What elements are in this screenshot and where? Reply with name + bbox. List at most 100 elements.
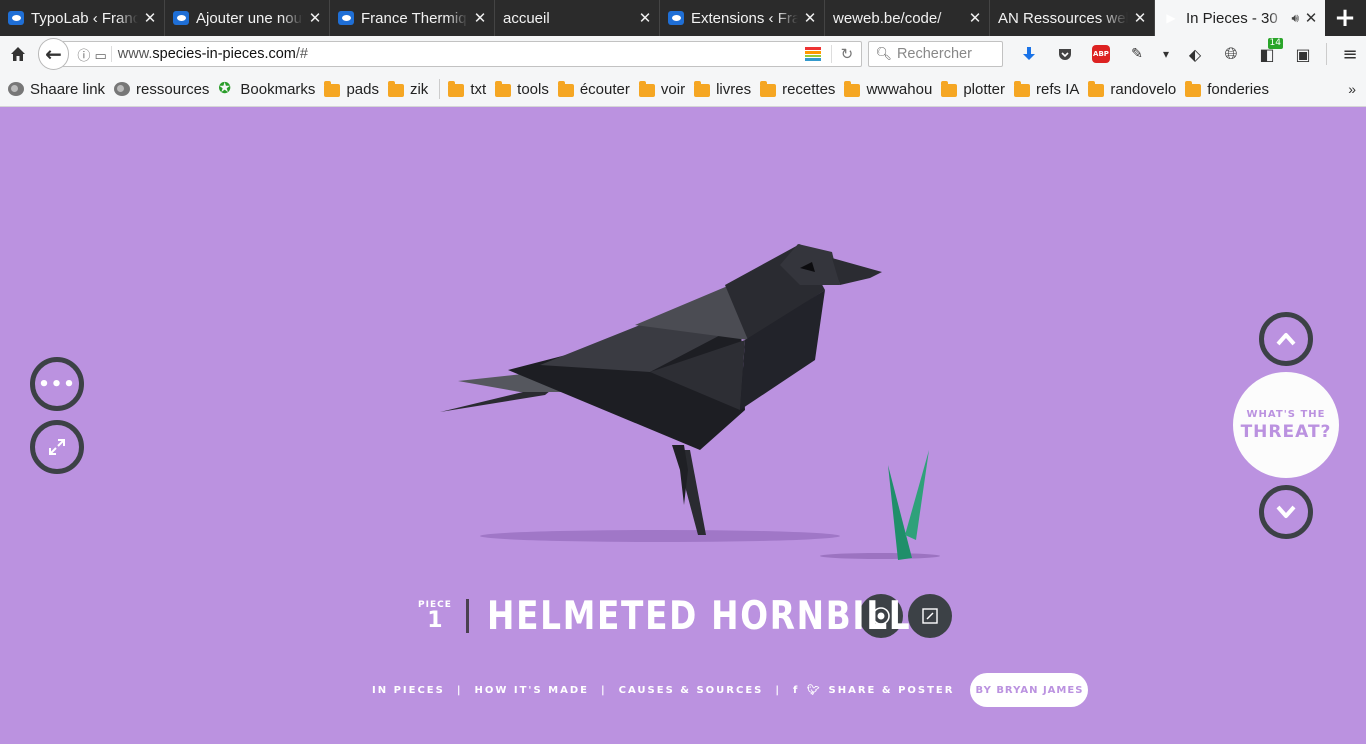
bookmarks-overflow-icon[interactable]: » — [1348, 81, 1356, 97]
folder-icon — [1185, 80, 1202, 97]
close-tab-icon[interactable]: ✕ — [472, 9, 488, 27]
browser-tab[interactable]: TypoLab ‹ France ✕ — [0, 0, 165, 36]
hamburger-menu-icon[interactable]: ≡ — [1334, 40, 1366, 68]
screenshot-icon[interactable]: ✎ — [1121, 40, 1153, 68]
browser-tab[interactable]: ▶ In Pieces - 30 🔊︎ ✕ — [1155, 0, 1325, 36]
bookmarks-toolbar: Shaare link ressources ✪ Bookmarks pads zik tx… — [0, 72, 1366, 107]
search-input[interactable]: 🔍︎ Rechercher — [868, 41, 1003, 67]
browser-tab[interactable]: France Thermique✕ — [330, 0, 495, 36]
translate-globe-icon[interactable]: 🌐︎ — [1215, 40, 1247, 68]
bookmark-item[interactable]: tools — [495, 80, 549, 98]
page-content: ••• WHAT'S THE THREAT? PIECE 1 HELMETED … — [0, 107, 1366, 744]
grass-shadow — [820, 553, 940, 559]
new-tab-icon[interactable]: + — [1325, 0, 1365, 36]
edit-square-icon — [922, 608, 938, 624]
bookmark-item[interactable]: recettes — [760, 80, 836, 98]
bird-shadow — [480, 530, 840, 542]
play-icon: ▶ — [1166, 11, 1176, 25]
in-pieces-link[interactable]: IN PIECES — [372, 685, 445, 696]
facebook-twitter-icon[interactable]: f 🐦︎ — [793, 685, 823, 696]
folder-icon — [1088, 80, 1105, 97]
bookmark-item[interactable]: ressources — [114, 81, 209, 98]
tab-title: AN Ressources web — [998, 9, 1128, 27]
tab-strip: TypoLab ‹ France✕Ajouter une nouvelle✕Fr… — [0, 0, 1366, 36]
site-info-icon[interactable]: ⓘ ▭ — [77, 45, 106, 64]
folder-icon — [448, 80, 465, 97]
bookmark-label: ressources — [136, 80, 210, 98]
author-byline-button[interactable]: BY BRYAN JAMES — [970, 673, 1089, 707]
causes-sources-link[interactable]: CAUSES & SOURCES — [619, 685, 764, 696]
close-tab-icon[interactable]: ✕ — [1303, 9, 1319, 27]
tab-title: accueil — [503, 9, 550, 27]
color-palette-icon[interactable] — [805, 47, 822, 61]
browser-tab[interactable]: AN Ressources web ✕ — [990, 0, 1155, 36]
back-arrow-icon: ← — [45, 42, 62, 66]
sidebar-icon[interactable]: ▣ — [1287, 40, 1319, 68]
footer-divider: | — [775, 684, 782, 696]
folder-icon — [1014, 80, 1031, 97]
adblock-icon[interactable]: ABP — [1085, 40, 1117, 68]
bookmark-item[interactable]: pads — [324, 80, 379, 98]
close-tab-icon[interactable]: ✕ — [802, 9, 818, 27]
share-icon[interactable]: ⬖ — [1179, 40, 1211, 68]
browser-tab[interactable]: accueil ✕ — [495, 0, 660, 36]
toggle-outline-button[interactable] — [907, 594, 952, 638]
bookmark-item[interactable]: livres — [694, 80, 751, 98]
bookmark-item[interactable]: refs IA — [1014, 80, 1080, 98]
reload-icon[interactable]: ↻ — [831, 45, 861, 63]
bookmark-label: tools — [517, 80, 549, 98]
speaker-icon[interactable]: 🔊︎ — [1291, 11, 1299, 26]
bookmark-item[interactable]: plotter — [941, 80, 1005, 98]
bookmark-item[interactable]: écouter — [557, 80, 630, 98]
bookmark-label: voir — [660, 80, 686, 98]
footer-nav: IN PIECES | HOW IT'S MADE | CAUSES & SOU… — [372, 673, 1089, 707]
bookmark-item[interactable]: voir — [638, 80, 686, 98]
bookmark-label: Bookmarks — [240, 80, 316, 98]
navigation-toolbar: ← ⓘ ▭ www.species-in-pieces.com/# ↻ 🔍︎ R… — [0, 36, 1366, 72]
downloads-icon[interactable] — [1013, 40, 1045, 68]
bookmark-label: pads — [346, 80, 379, 98]
close-tab-icon[interactable]: ✕ — [967, 9, 983, 27]
url-bar[interactable]: ⓘ ▭ www.species-in-pieces.com/# ↻ — [63, 41, 863, 67]
close-tab-icon[interactable]: ✕ — [1132, 9, 1148, 27]
globe-icon — [114, 82, 131, 96]
close-tab-icon[interactable]: ✕ — [142, 9, 158, 27]
bookmark-item[interactable]: zik — [387, 80, 428, 98]
folder-icon — [557, 80, 574, 97]
how-its-made-link[interactable]: HOW IT'S MADE — [474, 685, 589, 696]
bookmark-item[interactable]: randovelo — [1088, 80, 1176, 98]
bookmark-label: Shaare link — [30, 80, 106, 98]
bookmark-item[interactable]: fonderies — [1185, 80, 1269, 98]
bookmark-item[interactable]: Shaare link — [8, 81, 105, 98]
bookmark-label: écouter — [579, 80, 630, 98]
browser-tab[interactable]: Ajouter une nouvelle✕ — [165, 0, 330, 36]
share-poster-link[interactable]: SHARE & POSTER — [829, 685, 955, 696]
title-divider — [465, 599, 469, 633]
bookmark-item[interactable]: ✪ Bookmarks — [218, 81, 315, 98]
close-tab-icon[interactable]: ✕ — [637, 9, 653, 27]
back-button[interactable]: ← — [37, 38, 70, 70]
folder-icon — [387, 80, 404, 97]
browser-tab[interactable]: weweb.be/code/ ✕ — [825, 0, 990, 36]
pocket-icon[interactable] — [1049, 40, 1081, 68]
close-tab-icon[interactable]: ✕ — [307, 9, 323, 27]
bookmark-label: refs IA — [1036, 80, 1080, 98]
url-text[interactable]: www.species-in-pieces.com/# — [110, 46, 806, 62]
home-icon[interactable] — [4, 40, 32, 68]
addon-counter-icon[interactable]: ◧ 14 — [1251, 38, 1283, 68]
tab-title: TypoLab ‹ France — [31, 9, 138, 27]
bookmark-item[interactable]: txt — [448, 80, 486, 98]
bird-illustration — [440, 244, 940, 560]
dropdown-chevron-icon[interactable]: ▾ — [1157, 40, 1175, 68]
bookmark-label: recettes — [782, 80, 836, 98]
bookmark-item[interactable]: wwwahou — [844, 80, 932, 98]
browser-tab[interactable]: Extensions ‹ France✕ — [660, 0, 825, 36]
grass-blade-right — [905, 450, 929, 540]
addon-badge: 14 — [1267, 38, 1283, 49]
bird-beak — [832, 258, 882, 285]
folder-icon — [760, 80, 777, 97]
piece-counter: PIECE 1 — [418, 600, 452, 632]
species-title-row: PIECE 1 HELMETED HORNBILL — [418, 593, 952, 639]
footer-divider: | — [600, 684, 607, 696]
bookmark-separator — [439, 79, 441, 99]
